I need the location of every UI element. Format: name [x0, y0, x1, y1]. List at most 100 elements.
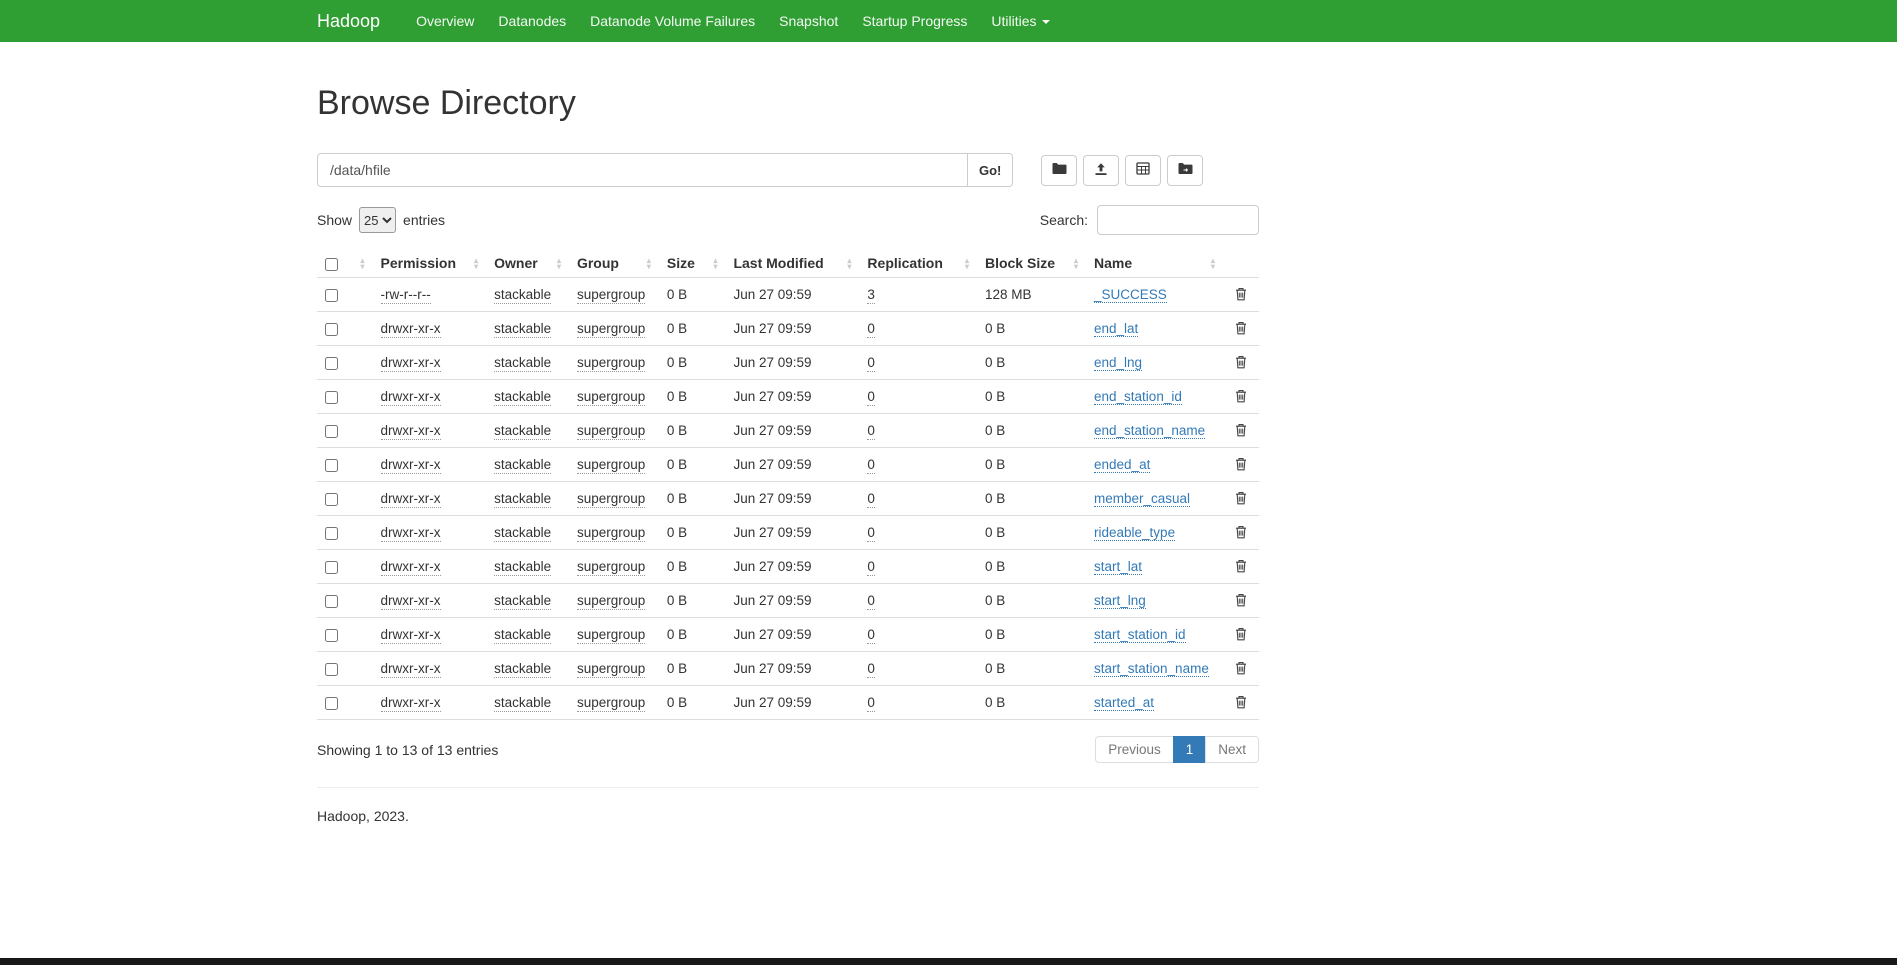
sort-icon[interactable]: ▴▾	[713, 258, 717, 270]
file-name-link[interactable]: _SUCCESS	[1094, 287, 1167, 303]
permission-value: drwxr-xr-x	[381, 491, 441, 508]
pagination-page-1[interactable]: 1	[1173, 736, 1207, 763]
cut-paste-button[interactable]	[1125, 155, 1161, 186]
upload-file-button[interactable]	[1083, 155, 1119, 186]
col-header-name[interactable]: ▴▾Name	[1086, 249, 1223, 278]
row-select-checkbox[interactable]	[325, 425, 338, 438]
row-select-checkbox[interactable]	[325, 289, 338, 302]
owner-value: stackable	[494, 695, 551, 712]
block-size-value: 128 MB	[985, 287, 1032, 302]
row-select-checkbox[interactable]	[325, 391, 338, 404]
size-value: 0 B	[667, 593, 687, 608]
nav-item-datanode-volume-failures[interactable]: Datanode Volume Failures	[578, 0, 767, 42]
last-modified-value: Jun 27 09:59	[733, 559, 811, 574]
sort-icon[interactable]: ▴▾	[847, 258, 851, 270]
file-name-link[interactable]: end_station_id	[1094, 389, 1182, 405]
file-name-link[interactable]: start_station_id	[1094, 627, 1186, 643]
file-name-link[interactable]: end_lng	[1094, 355, 1142, 371]
move-directory-button[interactable]	[1167, 155, 1203, 186]
group-value: supergroup	[577, 593, 645, 610]
pagination-previous[interactable]: Previous	[1095, 736, 1174, 763]
replication-value: 0	[867, 491, 875, 508]
row-select-checkbox[interactable]	[325, 527, 338, 540]
row-select-checkbox[interactable]	[325, 697, 338, 710]
delete-file-button[interactable]	[1231, 523, 1251, 541]
sort-icon[interactable]: ▴▾	[474, 258, 478, 270]
sort-icon[interactable]: ▴▾	[647, 258, 651, 270]
pagination: Previous 1 Next	[1095, 736, 1259, 763]
block-size-value: 0 B	[985, 525, 1005, 540]
col-header-group[interactable]: ▴▾Group	[569, 249, 659, 278]
col-header-size[interactable]: ▴▾Size	[659, 249, 726, 278]
block-size-value: 0 B	[985, 389, 1005, 404]
permission-value: drwxr-xr-x	[381, 355, 441, 372]
permission-value: drwxr-xr-x	[381, 593, 441, 610]
pagination-next[interactable]: Next	[1205, 736, 1259, 763]
delete-file-button[interactable]	[1231, 557, 1251, 575]
delete-file-button[interactable]	[1231, 659, 1251, 677]
col-header-block-size[interactable]: ▴▾Block Size	[977, 249, 1086, 278]
group-value: supergroup	[577, 287, 645, 304]
nav-item-overview[interactable]: Overview	[404, 0, 486, 42]
file-name-link[interactable]: start_lng	[1094, 593, 1146, 609]
delete-file-button[interactable]	[1231, 693, 1251, 711]
search-input[interactable]	[1097, 205, 1259, 235]
showing-entries-text: Showing 1 to 13 of 13 entries	[317, 742, 498, 758]
go-button[interactable]: Go!	[967, 153, 1013, 187]
delete-file-button[interactable]	[1231, 387, 1251, 405]
delete-file-button[interactable]	[1231, 489, 1251, 507]
replication-value: 0	[867, 661, 875, 678]
row-select-checkbox[interactable]	[325, 663, 338, 676]
file-name-link[interactable]: rideable_type	[1094, 525, 1175, 541]
row-select-checkbox[interactable]	[325, 629, 338, 642]
col-header-replication[interactable]: ▴▾Replication	[859, 249, 977, 278]
create-directory-button[interactable]	[1041, 155, 1077, 186]
block-size-value: 0 B	[985, 321, 1005, 336]
page-size-select[interactable]: 25	[359, 207, 396, 233]
show-label: Show	[317, 212, 352, 228]
trash-icon	[1235, 425, 1247, 440]
sort-icon[interactable]: ▴▾	[361, 258, 365, 270]
select-all-checkbox[interactable]	[325, 258, 338, 271]
nav-item-startup-progress[interactable]: Startup Progress	[850, 0, 979, 42]
delete-file-button[interactable]	[1231, 353, 1251, 371]
file-name-link[interactable]: end_station_name	[1094, 423, 1205, 439]
file-name-link[interactable]: member_casual	[1094, 491, 1190, 507]
owner-value: stackable	[494, 491, 551, 508]
file-name-link[interactable]: started_at	[1094, 695, 1154, 711]
directory-path-input[interactable]	[317, 153, 967, 187]
file-name-link[interactable]: start_lat	[1094, 559, 1142, 575]
sort-icon[interactable]: ▴▾	[1074, 258, 1078, 270]
block-size-value: 0 B	[985, 491, 1005, 506]
row-select-checkbox[interactable]	[325, 459, 338, 472]
delete-file-button[interactable]	[1231, 625, 1251, 643]
table-row: drwxr-xr-xstackablesupergroup0 BJun 27 0…	[317, 346, 1259, 380]
col-header-last-modified[interactable]: ▴▾Last Modified	[725, 249, 859, 278]
row-select-checkbox[interactable]	[325, 323, 338, 336]
navbar-brand[interactable]: Hadoop	[317, 11, 380, 32]
delete-file-button[interactable]	[1231, 421, 1251, 439]
sort-icon[interactable]: ▴▾	[1211, 258, 1215, 270]
delete-file-button[interactable]	[1231, 455, 1251, 473]
file-name-link[interactable]: end_lat	[1094, 321, 1138, 337]
row-select-checkbox[interactable]	[325, 595, 338, 608]
sort-icon[interactable]: ▴▾	[965, 258, 969, 270]
sort-icon[interactable]: ▴▾	[557, 258, 561, 270]
row-select-checkbox[interactable]	[325, 493, 338, 506]
trash-icon	[1235, 595, 1247, 610]
delete-file-button[interactable]	[1231, 319, 1251, 337]
footer-divider	[317, 787, 1259, 788]
nav-item-datanodes[interactable]: Datanodes	[486, 0, 578, 42]
col-header-owner[interactable]: ▴▾Owner	[486, 249, 569, 278]
nav-item-utilities[interactable]: Utilities	[979, 0, 1061, 42]
row-select-checkbox[interactable]	[325, 357, 338, 370]
group-value: supergroup	[577, 559, 645, 576]
delete-file-button[interactable]	[1231, 591, 1251, 609]
file-name-link[interactable]: start_station_name	[1094, 661, 1209, 677]
file-name-link[interactable]: ended_at	[1094, 457, 1150, 473]
delete-file-button[interactable]	[1231, 285, 1251, 303]
col-header-permission[interactable]: ▴▾Permission	[373, 249, 487, 278]
permission-value: -rw-r--r--	[381, 287, 431, 304]
row-select-checkbox[interactable]	[325, 561, 338, 574]
nav-item-snapshot[interactable]: Snapshot	[767, 0, 850, 42]
